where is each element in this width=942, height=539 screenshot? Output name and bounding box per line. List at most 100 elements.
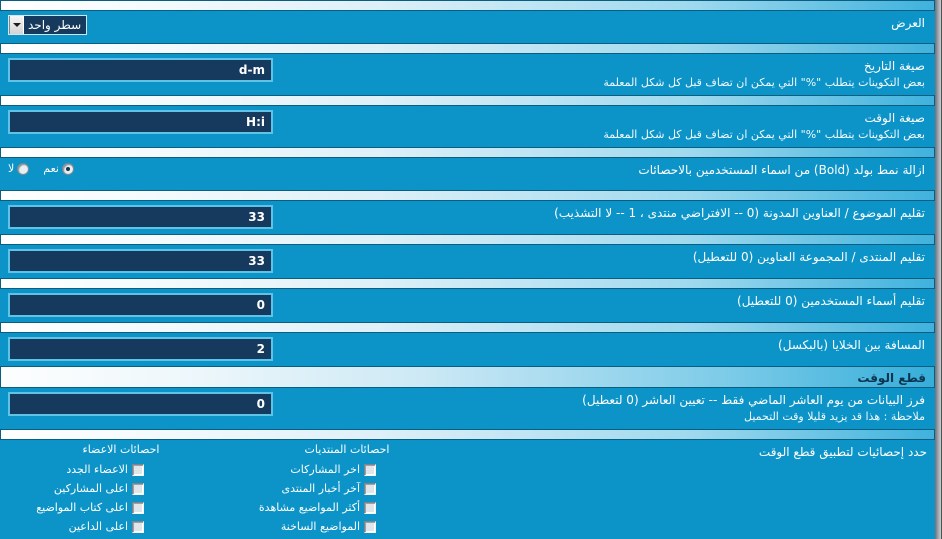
- section-header-time-cut: قطع الوقت: [0, 366, 935, 388]
- radio-option-yes[interactable]: نعم: [43, 162, 74, 175]
- row-date-format-control-cell: [8, 58, 273, 82]
- row-trim-usernames-control-cell: [8, 293, 273, 317]
- radio-no-label: لا: [8, 162, 15, 175]
- row-trim-topic: تقليم الموضوع / العناوين المدونة (0 -- ا…: [0, 201, 935, 234]
- checkbox-most-viewed-label: أكثر المواضيع مشاهدة: [258, 501, 360, 514]
- separator-trim-topic: [0, 190, 935, 201]
- trim-topic-input[interactable]: [8, 205, 273, 229]
- checkbox-row[interactable]: اخر المشاركات: [234, 460, 460, 479]
- checkbox-top-posters-label: اعلى المشاركين: [53, 482, 128, 495]
- checkbox-row[interactable]: آخر أخبار المنتدى: [234, 479, 460, 498]
- row-trim-forum-label: تقليم المنتدى / المجموعة العناوين (0 للت…: [692, 250, 925, 264]
- row-sort-data-label-cell: فرز البيانات من يوم العاشر الماضي فقط --…: [273, 392, 927, 424]
- checkbox-row[interactable]: أكثر المواضيع مشاهدة: [234, 498, 460, 517]
- row-trim-forum-label-cell: تقليم المنتدى / المجموعة العناوين (0 للت…: [273, 249, 927, 265]
- separator-cell-spacing: [0, 322, 935, 333]
- separator-date-format: [0, 43, 935, 54]
- checkbox-forum-news-icon[interactable]: [364, 482, 376, 495]
- display-mode-select-value: سطر واحد: [28, 18, 82, 32]
- row-sort-data-control-cell: [8, 392, 273, 416]
- row-sort-data-label: فرز البيانات من يوم العاشر الماضي فقط --…: [582, 393, 925, 407]
- row-time-format-description: بعض التكوينات يتطلب "%" التي يمكن ان تضا…: [603, 128, 925, 141]
- stats-matrix-label: حدد إحصائيات لتطبيق قطع الوقت: [758, 445, 927, 459]
- row-trim-topic-control-cell: [8, 205, 273, 229]
- row-remove-bold-label-cell: ازالة نمط بولد (Bold) من اسماء المستخدمي…: [76, 162, 927, 178]
- checkbox-hot-topics-label: المواضيع الساخنة: [280, 520, 360, 533]
- row-cell-spacing-control-cell: [8, 337, 273, 361]
- checkbox-row[interactable]: اعلى الداعين: [8, 517, 234, 536]
- row-date-format-label-cell: صيغة التاريخ بعض التكوينات يتطلب "%" الت…: [273, 58, 927, 90]
- checkbox-column-forum-stats-header: احصائات المنتديات: [304, 443, 390, 456]
- row-sort-data-note: ملاحظة : هذا قد يزيد قليلا وقت التحميل: [744, 410, 925, 423]
- checkbox-new-members-label: الاعضاء الجدد: [66, 463, 128, 476]
- row-cell-spacing-label: المسافة بين الخلايا (بالبكسل): [778, 338, 925, 352]
- separator-top: [0, 0, 935, 11]
- stats-selection-matrix: حدد إحصائيات لتطبيق قطع الوقت احصائات ال…: [0, 440, 935, 539]
- display-mode-select[interactable]: سطر واحد: [8, 15, 88, 35]
- settings-page: العرض سطر واحد صيغة التاريخ بعض التكوينا…: [0, 0, 942, 539]
- row-trim-forum-control-cell: [8, 249, 273, 273]
- left-edge-gutter: [935, 0, 942, 539]
- separator-trim-usernames: [0, 278, 935, 289]
- checkbox-top-posters-icon[interactable]: [132, 482, 144, 495]
- row-time-format-label: صيغة الوقت: [864, 111, 925, 125]
- section-header-time-cut-title: قطع الوقت: [857, 371, 926, 385]
- separator-matrix: [0, 429, 935, 440]
- row-time-format: صيغة الوقت بعض التكوينات يتطلب "%" التي …: [0, 106, 935, 147]
- date-format-input[interactable]: [8, 58, 273, 82]
- sort-data-days-input[interactable]: [8, 392, 273, 416]
- checkbox-most-viewed-icon[interactable]: [364, 501, 376, 514]
- checkbox-top-thread-starters-icon[interactable]: [132, 501, 144, 514]
- checkbox-forum-news-label: آخر أخبار المنتدى: [281, 482, 360, 495]
- row-trim-topic-label-cell: تقليم الموضوع / العناوين المدونة (0 -- ا…: [273, 205, 927, 221]
- checkbox-latest-posts-icon[interactable]: [364, 463, 376, 476]
- settings-content: العرض سطر واحد صيغة التاريخ بعض التكوينا…: [0, 0, 935, 539]
- separator-trim-forum: [0, 234, 935, 245]
- checkbox-new-members-icon[interactable]: [132, 463, 144, 476]
- row-cell-spacing-label-cell: المسافة بين الخلايا (بالبكسل): [273, 337, 927, 353]
- checkbox-row[interactable]: المواضيع الساخنة: [234, 517, 460, 536]
- row-date-format-description: بعض التكوينات يتطلب "%" التي يمكن ان تضا…: [603, 76, 925, 89]
- trim-usernames-input[interactable]: [8, 293, 273, 317]
- row-trim-usernames-label: تقليم أسماء المستخدمين (0 للتعطيل): [737, 294, 925, 308]
- row-trim-forum: تقليم المنتدى / المجموعة العناوين (0 للت…: [0, 245, 935, 278]
- separator-bold: [0, 147, 935, 158]
- radio-yes-icon[interactable]: [61, 162, 74, 175]
- row-time-format-control-cell: [8, 110, 273, 134]
- checkbox-row[interactable]: الاعضاء الجدد: [8, 460, 234, 479]
- row-trim-usernames-label-cell: تقليم أسماء المستخدمين (0 للتعطيل): [273, 293, 927, 309]
- radio-yes-label: نعم: [43, 162, 59, 175]
- separator-time-format: [0, 95, 935, 106]
- row-date-format-label: صيغة التاريخ: [864, 59, 925, 73]
- row-display-label: العرض: [891, 16, 925, 30]
- chevron-down-icon[interactable]: [9, 16, 24, 34]
- time-format-input[interactable]: [8, 110, 273, 134]
- remove-bold-radio-group: نعم لا: [8, 162, 76, 175]
- radio-option-no[interactable]: لا: [8, 162, 30, 175]
- checkbox-column-forum-stats: احصائات المنتديات اخر المشاركات آخر أخبا…: [234, 443, 460, 539]
- checkbox-top-referrers-icon[interactable]: [132, 520, 144, 533]
- checkbox-hot-topics-icon[interactable]: [364, 520, 376, 533]
- row-date-format: صيغة التاريخ بعض التكوينات يتطلب "%" الت…: [0, 54, 935, 95]
- trim-forum-input[interactable]: [8, 249, 273, 273]
- row-sort-data: فرز البيانات من يوم العاشر الماضي فقط --…: [0, 388, 935, 429]
- checkbox-row[interactable]: اعلى المشاركين: [8, 479, 234, 498]
- row-remove-bold: ازالة نمط بولد (Bold) من اسماء المستخدمي…: [0, 158, 935, 190]
- row-trim-topic-label: تقليم الموضوع / العناوين المدونة (0 -- ا…: [554, 206, 925, 220]
- checkbox-column-member-stats-header: احصائات الاعضاء: [82, 443, 160, 456]
- radio-no-icon[interactable]: [17, 162, 30, 175]
- row-display: العرض سطر واحد: [0, 11, 935, 43]
- checkbox-row[interactable]: اعلى كتاب المواضيع: [8, 498, 234, 517]
- row-remove-bold-label: ازالة نمط بولد (Bold) من اسماء المستخدمي…: [638, 163, 925, 177]
- checkbox-top-referrers-label: اعلى الداعين: [68, 520, 128, 533]
- checkbox-latest-posts-label: اخر المشاركات: [290, 463, 360, 476]
- row-display-label-cell: العرض: [87, 15, 927, 31]
- row-trim-usernames: تقليم أسماء المستخدمين (0 للتعطيل): [0, 289, 935, 322]
- checkbox-top-thread-starters-label: اعلى كتاب المواضيع: [36, 501, 128, 514]
- cell-spacing-input[interactable]: [8, 337, 273, 361]
- row-display-control-cell: سطر واحد: [8, 15, 88, 35]
- checkbox-column-member-stats: احصائات الاعضاء الاعضاء الجدد اعلى المشا…: [8, 443, 234, 539]
- row-remove-bold-control-cell: نعم لا: [8, 162, 76, 175]
- row-cell-spacing: المسافة بين الخلايا (بالبكسل): [0, 333, 935, 366]
- row-time-format-label-cell: صيغة الوقت بعض التكوينات يتطلب "%" التي …: [273, 110, 927, 142]
